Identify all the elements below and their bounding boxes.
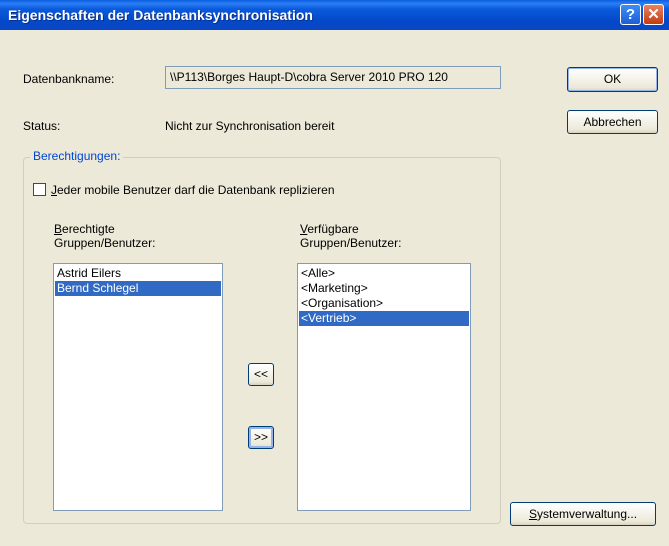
cancel-button[interactable]: Abbrechen xyxy=(567,110,658,134)
authorized-header-line2: Gruppen/Benutzer: xyxy=(54,236,156,250)
status-value: Nicht zur Synchronisation bereit xyxy=(165,119,335,133)
system-admin-label: ystemverwaltung... xyxy=(536,507,638,521)
system-admin-button[interactable]: Systemverwaltung... xyxy=(510,502,656,526)
ok-button[interactable]: OK xyxy=(567,67,658,92)
authorized-header: Berechtigte Gruppen/Benutzer: xyxy=(54,222,155,250)
move-left-button[interactable]: << xyxy=(248,363,274,386)
list-item[interactable]: <Alle> xyxy=(299,266,469,281)
close-icon[interactable]: ✕ xyxy=(643,4,664,25)
authorized-users-list[interactable]: Astrid Eilers Bernd Schlegel xyxy=(53,263,223,511)
database-name-label: Datenbankname: xyxy=(23,72,115,86)
system-admin-mnemonic: S xyxy=(528,507,537,521)
status-label: Status: xyxy=(23,119,61,133)
permissions-group-title: Berechtigungen: xyxy=(30,149,124,163)
list-item[interactable]: Bernd Schlegel xyxy=(55,281,221,296)
available-header-line1: erfügbare xyxy=(307,222,359,236)
available-header-line2: Gruppen/Benutzer: xyxy=(300,236,402,250)
help-icon[interactable]: ? xyxy=(620,4,641,25)
database-name-field: \\P113\Borges Haupt-D\cobra Server 2010 … xyxy=(165,66,501,89)
list-item[interactable]: <Marketing> xyxy=(299,281,469,296)
available-header: Verfügbare Gruppen/Benutzer: xyxy=(300,222,401,250)
authorized-header-mnemonic: B xyxy=(54,222,63,236)
list-item[interactable]: Astrid Eilers xyxy=(55,266,221,281)
available-groups-list[interactable]: <Alle> <Marketing> <Organisation> <Vertrieb… xyxy=(297,263,471,511)
list-item[interactable]: <Organisation> xyxy=(299,296,469,311)
window-title: Eigenschaften der Datenbanksynchronisati… xyxy=(8,7,313,23)
replicate-checkbox-text: eder mobile Benutzer darf die Datenbank … xyxy=(57,183,335,197)
title-bar[interactable]: Eigenschaften der Datenbanksynchronisati… xyxy=(0,0,669,30)
list-item[interactable]: <Vertrieb> xyxy=(299,311,469,326)
replicate-checkbox[interactable] xyxy=(33,183,46,196)
authorized-header-line1: erechtigte xyxy=(62,222,115,236)
move-right-button[interactable]: >> xyxy=(248,426,274,449)
replicate-checkbox-label[interactable]: Jeder mobile Benutzer darf die Datenbank… xyxy=(51,183,335,197)
